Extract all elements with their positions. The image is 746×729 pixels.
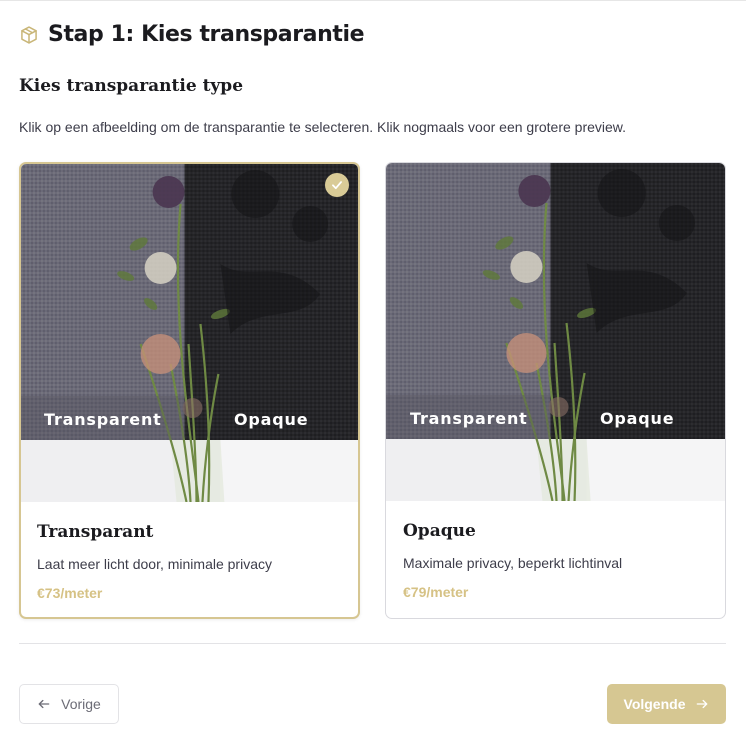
option-price: €79/meter <box>403 584 469 600</box>
selected-check-badge <box>325 173 349 197</box>
image-label-opaque: Opaque <box>234 410 309 429</box>
option-description: Laat meer licht door, minimale privacy <box>37 556 272 572</box>
checkmark-icon <box>332 181 342 190</box>
footer-divider <box>19 643 726 644</box>
option-price: €73/meter <box>37 585 103 601</box>
option-image-transparant[interactable]: Transparent Opaque <box>21 164 358 502</box>
section-title: Kies transparantie type <box>19 76 244 96</box>
option-description: Maximale privacy, beperkt lichtinval <box>403 555 623 571</box>
step-header: Stap 1: Kies transparantie <box>19 22 365 47</box>
image-label-opaque: Opaque <box>600 409 675 428</box>
option-card-transparant[interactable]: Transparent Opaque Transparant Laat meer… <box>19 162 360 619</box>
image-label-transparent: Transparent <box>44 410 162 429</box>
image-label-transparent: Transparent <box>410 409 528 428</box>
next-button[interactable]: Volgende <box>607 684 726 724</box>
next-button-label: Volgende <box>623 696 686 712</box>
previous-button-label: Vorige <box>61 696 101 712</box>
previous-button[interactable]: Vorige <box>19 684 119 724</box>
option-title: Opaque <box>403 521 476 541</box>
option-details: Opaque Maximale privacy, beperkt lichtin… <box>403 521 709 600</box>
arrow-right-icon <box>697 699 708 709</box>
page-title: Stap 1: Kies transparantie <box>48 22 365 47</box>
top-border <box>0 0 746 1</box>
cube-icon <box>21 25 37 44</box>
instructions-text: Klik op een afbeelding om de transparant… <box>19 119 627 135</box>
arrow-left-icon <box>38 699 50 709</box>
option-card-opaque[interactable]: Transparent Opaque Opaque Maximale priva… <box>385 162 726 619</box>
option-image-opaque[interactable]: Transparent Opaque <box>386 163 725 501</box>
option-details: Transparant Laat meer licht door, minima… <box>37 522 342 601</box>
option-title: Transparant <box>37 522 154 542</box>
